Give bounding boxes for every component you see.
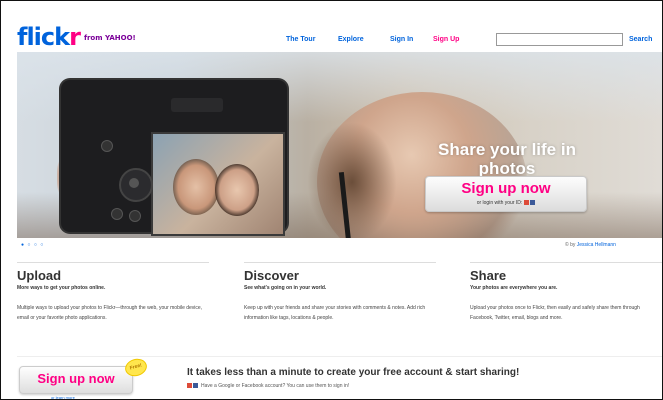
hero-banner: Share your life in photos Sign up now or… xyxy=(17,52,662,238)
facebook-icon xyxy=(193,383,198,389)
feature-body: Upload your photos once to Flickr, then … xyxy=(470,305,640,321)
nav-sign-in[interactable]: Sign In xyxy=(390,36,413,44)
nav-sign-up[interactable]: Sign Up xyxy=(433,36,459,44)
header: flickr from YAHOO! The Tour Explore Sign … xyxy=(1,1,662,49)
cta-title: It takes less than a minute to create yo… xyxy=(187,367,520,378)
feature-title: Upload xyxy=(17,268,62,283)
column-divider xyxy=(17,262,209,263)
hero-person-hair xyxy=(307,122,397,238)
flickr-logo[interactable]: flickr from YAHOO! xyxy=(17,25,136,50)
learn-more-link[interactable]: or learn more xyxy=(51,395,75,399)
search-input[interactable] xyxy=(496,33,623,46)
credit-prefix: © by xyxy=(565,242,576,248)
column-divider xyxy=(244,262,436,263)
feature-subtitle: Your photos are everywhere you are. xyxy=(470,285,558,291)
feature-subtitle: More ways to get your photos online. xyxy=(17,285,106,291)
cta-subtitle-text: Have a Google or Facebook account? You c… xyxy=(201,383,350,389)
credit-name-link[interactable]: Jessica Hellmann xyxy=(577,242,616,248)
google-icon xyxy=(187,383,192,389)
hero-signup-button[interactable]: Sign up now or login with your ID: xyxy=(425,176,587,212)
hero-signup-alt-login[interactable]: or login with your ID: xyxy=(426,200,586,207)
nav-the-tour[interactable]: The Tour xyxy=(286,36,315,44)
screen-face-right xyxy=(215,164,259,216)
camera-button xyxy=(111,208,123,220)
slideshow-pager[interactable]: ● ○ ○ ○ xyxy=(21,242,44,248)
alt-login-text: or login with your ID: xyxy=(476,200,523,206)
facebook-icon[interactable] xyxy=(530,200,536,206)
feature-body: Multiple ways to upload your photos to F… xyxy=(17,305,203,321)
camera-top xyxy=(171,98,223,112)
camera-button xyxy=(101,140,113,152)
nav-explore[interactable]: Explore xyxy=(338,36,364,44)
feature-subtitle: See what's going on in your world. xyxy=(244,285,327,291)
screen-face-left xyxy=(173,159,219,215)
column-divider xyxy=(470,262,662,263)
feature-body: Keep up with your friends and share your… xyxy=(244,305,426,321)
logo-text-pink: r xyxy=(69,23,81,51)
cta-signup-button[interactable]: Sign up now xyxy=(19,366,133,394)
photo-credit: © by Jessica Hellmann xyxy=(565,242,616,248)
cta-signup-label: Sign up now xyxy=(37,371,115,386)
cta-divider xyxy=(17,356,662,357)
feature-title: Discover xyxy=(244,268,299,283)
hero-tagline: Share your life in photos xyxy=(438,140,576,178)
camera-photo xyxy=(61,80,287,236)
hero-signup-label: Sign up now xyxy=(461,180,551,197)
feature-title: Share xyxy=(470,268,507,283)
camera-dial-center xyxy=(129,178,139,188)
google-icon[interactable] xyxy=(524,200,530,206)
camera-button xyxy=(129,210,141,222)
yahoo-logo: from YAHOO! xyxy=(83,34,136,42)
search-button[interactable]: Search xyxy=(629,36,652,44)
camera-screen xyxy=(151,132,285,236)
logo-text-blue: flick xyxy=(17,23,70,51)
flickr-homepage: flickr from YAHOO! The Tour Explore Sign … xyxy=(0,0,663,400)
cta-subtitle: Have a Google or Facebook account? You c… xyxy=(187,383,349,390)
